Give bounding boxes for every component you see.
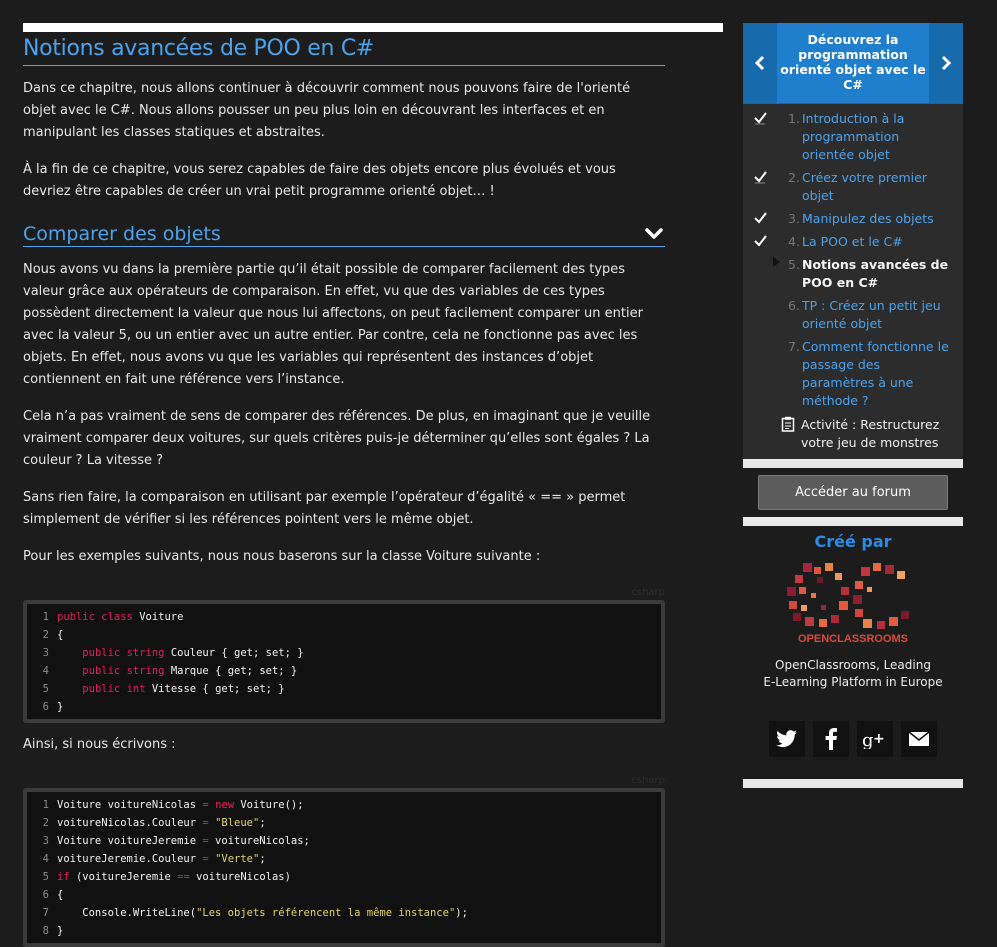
activity-link[interactable]: Activité : Restructurez votre jeu de mon… <box>801 417 939 450</box>
toc-activity[interactable]: Activité : Restructurez votre jeu de mon… <box>743 416 963 452</box>
toc-item[interactable]: 6. TP : Créez un petit jeu orienté objet <box>743 297 963 333</box>
page-title: Notions avancées de POO en C# <box>23 32 665 66</box>
code-line: 8} <box>42 925 64 937</box>
svg-text:OPENCLASSROOMS: OPENCLASSROOMS <box>798 633 908 645</box>
divider <box>743 517 963 526</box>
tagline: OpenClassrooms, Leading E-Learning Platf… <box>763 658 943 689</box>
chevron-left-icon[interactable] <box>743 23 777 103</box>
course-header: Découvrez la programmation orienté objet… <box>743 23 963 103</box>
code-line: 2{ <box>42 629 64 641</box>
code-line: 4 public string Marque { get; set; } <box>42 665 298 677</box>
openclassrooms-logo[interactable]: OPENCLASSROOMS <box>783 561 923 645</box>
google-plus-icon[interactable]: g + <box>857 721 893 757</box>
code-line: 2 voitureNicolas.Couleur = "Bleue"; <box>42 817 266 829</box>
chevron-right-icon[interactable] <box>929 23 963 103</box>
twitter-icon[interactable] <box>769 721 805 757</box>
code-line: 1 Voiture voitureNicolas = new Voiture(); <box>42 799 304 811</box>
check-icon <box>754 111 768 131</box>
code-language-label: csharp <box>631 587 665 598</box>
code-line: 5 public int Vitesse { get; set; } <box>42 683 285 695</box>
code-line: 3 Voiture voitureJeremie = voitureNicolas… <box>42 835 310 847</box>
body-paragraph: Sans rien faire, la comparaison en utili… <box>23 490 626 527</box>
main-content: Notions avancées de POO en C# Dans ce ch… <box>23 32 665 947</box>
code-line: 7 Console.WriteLine("Les objets référenc… <box>42 907 468 919</box>
code-block-voiture-class: 1 public class Voiture 2{ 3 public string… <box>23 600 665 723</box>
intro-paragraph: À la fin de ce chapitre, vous serez capa… <box>23 162 616 199</box>
toc-link[interactable]: TP : Créez un petit jeu orienté objet <box>802 298 941 331</box>
toc-item-current[interactable]: 5. Notions avancées de POO en C# <box>743 256 963 292</box>
toc-item[interactable]: 7. Comment fonctionne le passage des par… <box>743 338 963 410</box>
svg-text:g: g <box>862 730 874 749</box>
content-top-bar <box>23 23 723 32</box>
body-paragraph: Ainsi, si nous écrivons : <box>23 737 176 752</box>
body-paragraph: Cela n’a pas vraiment de sens de compare… <box>23 409 651 468</box>
divider <box>743 779 963 788</box>
toc-link[interactable]: Manipulez des objets <box>802 211 934 226</box>
toc-item[interactable]: 4. La POO et le C# <box>743 233 963 251</box>
intro-paragraph: Dans ce chapitre, nous allons continuer … <box>23 81 631 140</box>
code-line: 6{ <box>42 889 64 901</box>
toc-item[interactable]: 2. Créez votre premier objet <box>743 169 963 205</box>
check-icon <box>754 234 768 254</box>
section-title[interactable]: Comparer des objets <box>23 222 665 247</box>
toc-link[interactable]: Notions avancées de POO en C# <box>802 257 948 290</box>
forum-button[interactable]: Accéder au forum <box>758 475 948 510</box>
check-icon <box>754 170 768 190</box>
chevron-down-icon[interactable] <box>643 224 665 244</box>
code-line: 5 if (voitureJeremie == voitureNicolas) <box>42 871 291 883</box>
email-icon[interactable] <box>901 721 937 757</box>
facebook-icon[interactable] <box>813 721 849 757</box>
play-icon <box>772 256 786 275</box>
course-sidebar: Découvrez la programmation orienté objet… <box>743 23 963 788</box>
code-line: 6} <box>42 701 64 713</box>
code-line: 4 voitureJeremie.Couleur = "Verte"; <box>42 853 266 865</box>
toc-item[interactable]: 1. Introduction à la programmation orien… <box>743 110 963 164</box>
body-paragraph: Pour les exemples suivants, nous nous ba… <box>23 549 541 564</box>
check-icon <box>754 211 768 231</box>
table-of-contents: 1. Introduction à la programmation orien… <box>743 103 963 459</box>
section-title-text: Comparer des objets <box>23 223 221 245</box>
social-links: g + <box>743 721 963 757</box>
created-by-heading: Créé par <box>814 532 892 551</box>
svg-text:+: + <box>873 731 885 747</box>
clipboard-icon <box>781 416 795 438</box>
toc-link[interactable]: Comment fonctionne le passage des paramè… <box>802 339 949 408</box>
code-language-label: csharp <box>631 775 665 786</box>
code-line: 1 public class Voiture <box>42 611 184 623</box>
code-line: 3 public string Couleur { get; set; } <box>42 647 304 659</box>
body-paragraph: Nous avons vu dans la première partie qu… <box>23 262 643 387</box>
code-block-comparison: 1 Voiture voitureNicolas = new Voiture();… <box>23 788 665 947</box>
course-title[interactable]: Découvrez la programmation orienté objet… <box>777 32 929 92</box>
toc-link[interactable]: Introduction à la programmation orientée… <box>802 111 904 162</box>
divider <box>743 459 963 468</box>
toc-link[interactable]: La POO et le C# <box>802 234 903 249</box>
toc-item[interactable]: 3. Manipulez des objets <box>743 210 963 228</box>
toc-link[interactable]: Créez votre premier objet <box>802 170 927 203</box>
